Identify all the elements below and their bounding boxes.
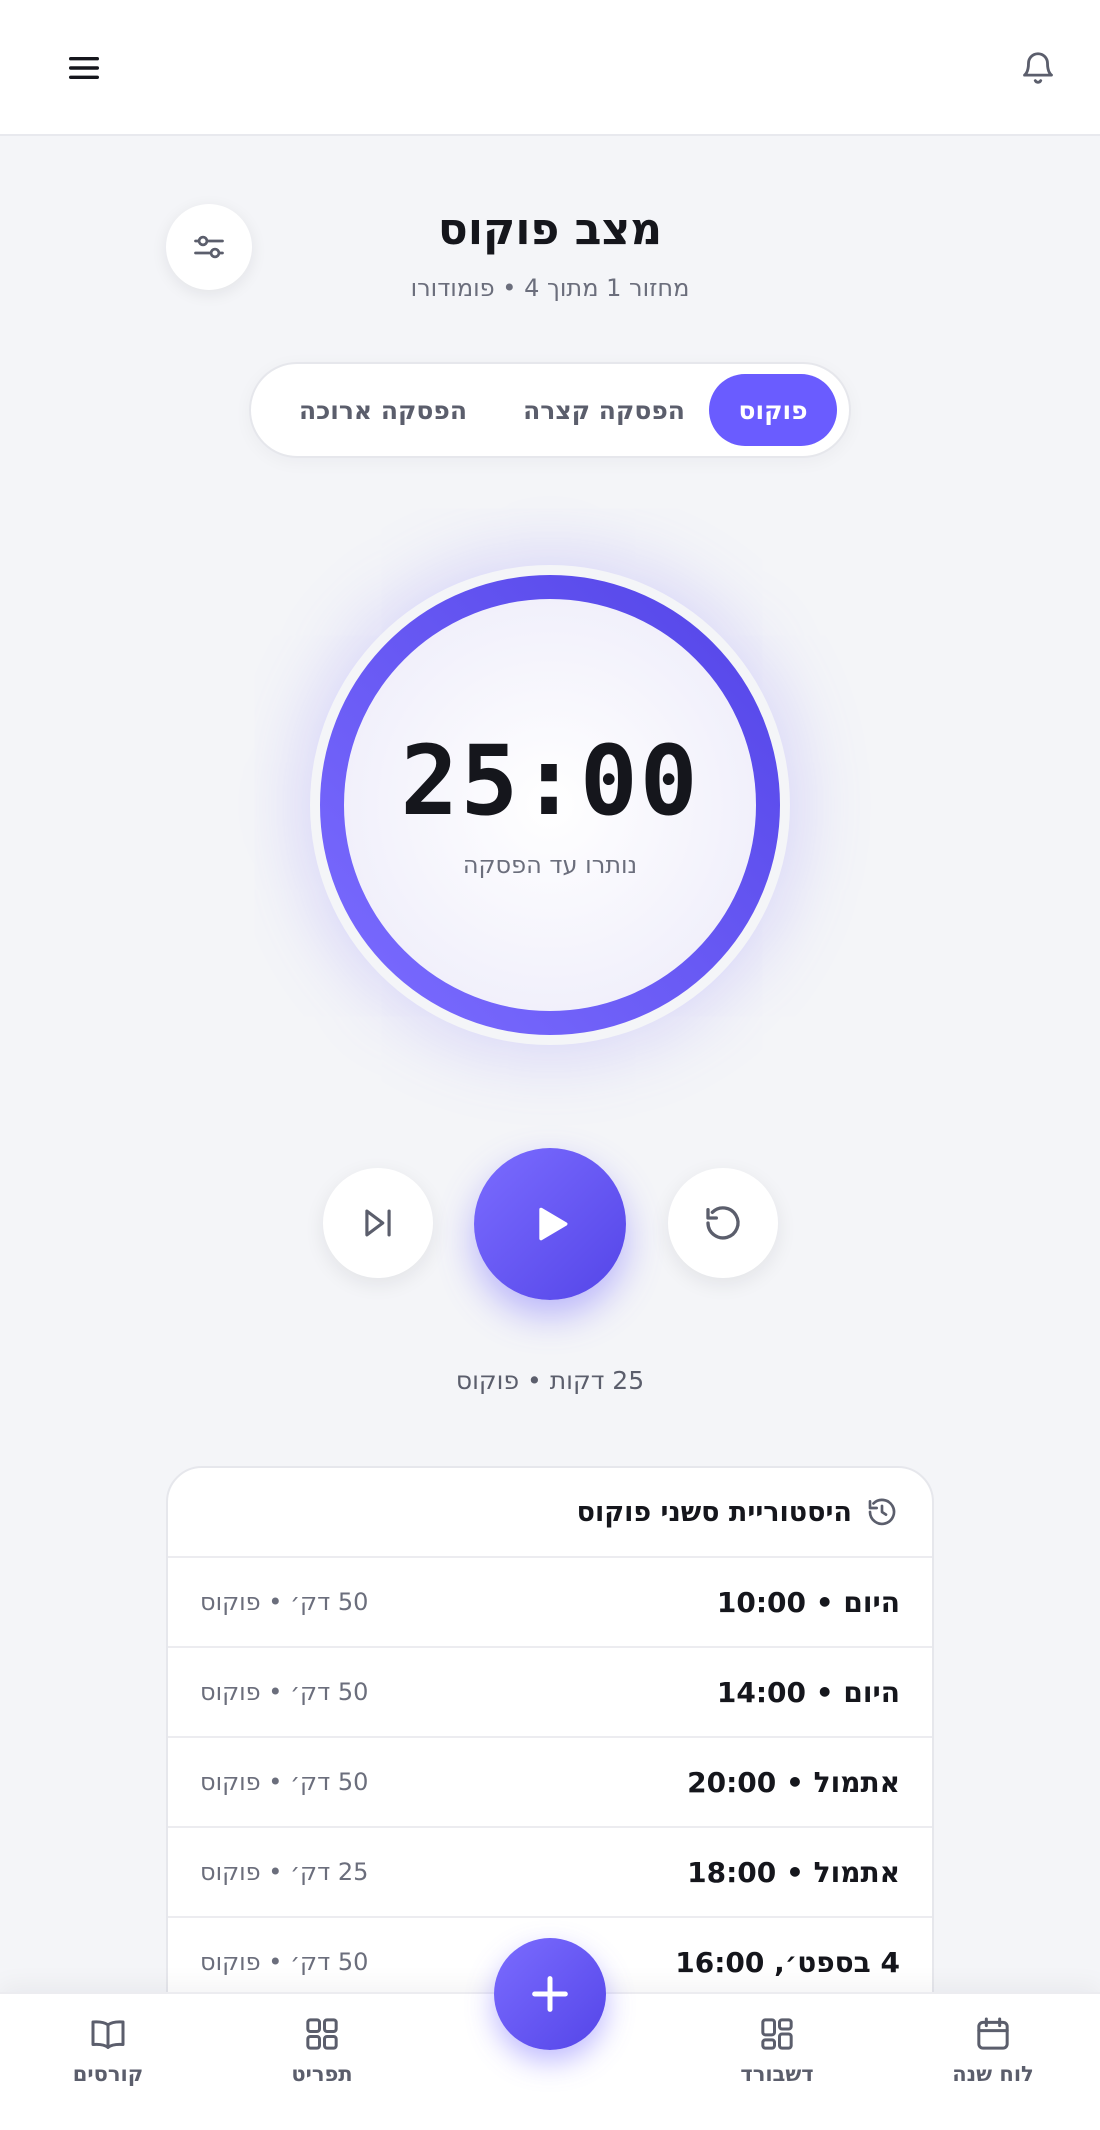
history-row-time: אתמול • 20:00 xyxy=(687,1765,900,1799)
history-row-time: אתמול • 18:00 xyxy=(687,1855,900,1889)
play-icon xyxy=(539,1207,568,1241)
history-row-time: 4 בספט׳, 16:00 xyxy=(675,1945,900,1979)
page-title: מצב פוקוס xyxy=(437,204,663,255)
nav-courses[interactable]: קורסים xyxy=(33,2014,183,2086)
history-row[interactable]: היום • 10:00 50 דק׳ • פוקוס xyxy=(168,1558,932,1648)
page-subtitle: מחזור 1 מתוך 4 • פומודורו xyxy=(410,274,690,302)
timer-readout: 25:00 נותרו עד הפסקה xyxy=(401,731,700,879)
session-info: 25 דקות • פוקוס xyxy=(455,1366,645,1395)
notifications-button[interactable] xyxy=(1008,38,1068,98)
timer: 25:00 נותרו עד הפסקה xyxy=(280,540,820,1070)
skip-button[interactable] xyxy=(323,1168,433,1278)
mode-tabs: פוקוס הפסקה קצרה הפסקה ארוכה xyxy=(249,362,851,458)
nav-dashboard-label: דשבורד xyxy=(740,2062,814,2086)
history-title: היסטוריית סשני פוקוס xyxy=(576,1496,852,1528)
history-row[interactable]: אתמול • 20:00 50 דק׳ • פוקוס xyxy=(168,1738,932,1828)
tab-short-break[interactable]: הפסקה קצרה xyxy=(499,374,709,446)
timer-time: 25:00 xyxy=(400,725,700,837)
history-row-meta: 50 דק׳ • פוקוס xyxy=(200,1588,369,1616)
history-row[interactable]: אתמול • 18:00 25 דק׳ • פוקוס xyxy=(168,1828,932,1918)
bell-icon xyxy=(1023,52,1053,84)
dashboard-icon xyxy=(761,2018,793,2050)
add-button[interactable] xyxy=(494,1938,606,2050)
reset-icon xyxy=(706,1206,740,1240)
nav-dashboard[interactable]: דשבורד xyxy=(702,2014,852,2086)
timer-caption: נותרו עד הפסקה xyxy=(462,851,638,879)
nav-courses-label: קורסים xyxy=(72,2062,144,2086)
skip-icon xyxy=(365,1209,391,1237)
nav-calendar-label: לוח שנה xyxy=(952,2062,1034,2086)
nav-menu[interactable]: תפריט xyxy=(247,2014,397,2086)
title-area: מצב פוקוס מחזור 1 מתוך 4 • פומודורו xyxy=(0,200,1100,302)
history-header: היסטוריית סשני פוקוס xyxy=(168,1468,932,1558)
history-row[interactable]: היום • 14:00 50 דק׳ • פוקוס xyxy=(168,1648,932,1738)
play-button[interactable] xyxy=(474,1148,626,1300)
menu-icon xyxy=(69,57,99,79)
sliders-icon xyxy=(194,235,224,259)
reset-button[interactable] xyxy=(668,1168,778,1278)
menu-button[interactable] xyxy=(54,38,114,98)
grid-icon xyxy=(306,2018,338,2050)
history-row-meta: 50 דק׳ • פוקוס xyxy=(200,1948,369,1976)
top-bar xyxy=(0,0,1100,136)
plus-icon xyxy=(532,1976,568,2012)
timer-settings-button[interactable] xyxy=(166,204,252,290)
book-icon xyxy=(91,2020,125,2049)
tab-long-break[interactable]: הפסקה ארוכה xyxy=(267,374,499,446)
history-icon xyxy=(868,1498,896,1526)
history-row-meta: 50 דק׳ • פוקוס xyxy=(200,1768,369,1796)
tab-focus[interactable]: פוקוס xyxy=(709,374,837,446)
history-row-time: היום • 14:00 xyxy=(716,1675,900,1709)
nav-menu-label: תפריט xyxy=(291,2062,353,2086)
nav-calendar[interactable]: לוח שנה xyxy=(918,2014,1068,2086)
history-row-time: היום • 10:00 xyxy=(716,1585,900,1619)
history-row-meta: 50 דק׳ • פוקוס xyxy=(200,1678,369,1706)
calendar-icon xyxy=(977,2017,1009,2050)
history-row-meta: 25 דק׳ • פוקוס xyxy=(200,1858,369,1886)
history-card: היסטוריית סשני פוקוס היום • 10:00 50 דק׳… xyxy=(166,1466,934,2006)
